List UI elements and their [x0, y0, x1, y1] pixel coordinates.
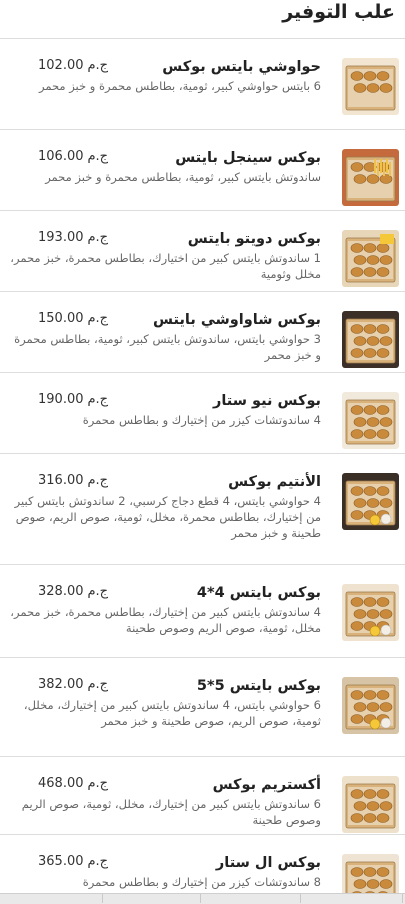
price-currency: ج.م [87, 230, 109, 245]
food-box-icon [342, 230, 399, 287]
menu-item[interactable]: بوكس دويتو بايتس 1 ساندوتش بايتس كبير من … [0, 211, 405, 292]
price-amount: 365.00 [38, 854, 84, 869]
menu-item[interactable]: بوكس سينجل بايتس ساندوتش بايتس كبير، ثومي… [0, 130, 405, 211]
price-currency: ج.م [87, 392, 109, 407]
price-currency: ج.م [87, 473, 109, 488]
menu-item-price: 190.00 ج.م [38, 392, 108, 407]
price-amount: 106.00 [38, 149, 84, 164]
horizontal-scrollbar[interactable] [0, 893, 405, 904]
menu-item[interactable]: بوكس بايتس 4*4 4 ساندوتش بايتس كبير من إخ… [0, 565, 405, 658]
menu-item-price: 150.00 ج.م [38, 311, 108, 326]
food-box-icon [342, 677, 399, 734]
food-box-icon [342, 776, 399, 833]
price-amount: 382.00 [38, 677, 84, 692]
menu-item-price: 106.00 ج.م [38, 149, 108, 164]
price-currency: ج.م [87, 58, 109, 73]
food-box-icon [342, 584, 399, 641]
price-currency: ج.م [87, 677, 109, 692]
menu-item-price: 102.00 ج.م [38, 58, 108, 73]
food-box-icon [342, 149, 399, 206]
price-currency: ج.م [87, 311, 109, 326]
price-amount: 150.00 [38, 311, 84, 326]
section-title: علب التوفير [282, 1, 395, 23]
scrollbar-segment [150, 894, 201, 903]
food-box-icon [342, 473, 399, 530]
menu-item[interactable]: الأنتيم بوكس 4 حواوشي بايتس، 4 قطع دجاج ك… [0, 454, 405, 565]
menu-item-description: 6 حواوشي بايتس، 4 ساندوتش بايتس كبير من … [23, 698, 321, 728]
menu-item-price: 468.00 ج.م [38, 776, 108, 791]
menu-item-description: 3 حواوشي بايتس، ساندوتش بايتس كبير، ثومي… [14, 332, 321, 362]
menu-item-description: 4 ساندوتش بايتس كبير من إختيارك، بطاطس م… [10, 605, 321, 635]
food-box-icon [342, 311, 399, 368]
menu-item[interactable]: بوكس نيو ستار 4 ساندوتشات كيزر من إختيارك… [0, 373, 405, 454]
price-amount: 193.00 [38, 230, 84, 245]
menu-item-description: 4 ساندوتشات كيزر من إختيارك و بطاطس محمر… [82, 413, 321, 427]
menu-item-price: 316.00 ج.م [38, 473, 108, 488]
menu-item[interactable]: حواوشي بايتس بوكس 6 بايتس حواوشي كبير، ثو… [0, 39, 405, 130]
scrollbar-segment [52, 894, 103, 903]
menu-item-price: 193.00 ج.م [38, 230, 108, 245]
menu-item-description: 1 ساندوتش بايتس كبير من اختيارك، بطاطس م… [10, 251, 321, 281]
section-header: علب التوفير [0, 0, 405, 39]
menu-item-price: 328.00 ج.م [38, 584, 108, 599]
menu-item-description: 6 بايتس حواوشي كبير، ثومية، بطاطس محمرة … [38, 79, 321, 93]
menu-item-description: 4 حواوشي بايتس، 4 قطع دجاج كرسبي، 2 ساند… [14, 494, 321, 540]
menu-item-price: 365.00 ج.م [38, 854, 108, 869]
food-box-icon [342, 392, 399, 449]
menu-item-description: ساندوتش بايتس كبير، ثومية، بطاطس محمرة و… [45, 170, 321, 184]
price-currency: ج.م [87, 584, 109, 599]
menu-item-description: 8 ساندوتشات كيزر من إختيارك و بطاطس محمر… [82, 875, 321, 889]
price-amount: 190.00 [38, 392, 84, 407]
price-amount: 102.00 [38, 58, 84, 73]
scrollbar-segment [352, 894, 403, 903]
menu-item[interactable]: بوكس شاواوشي بايتس 3 حواوشي بايتس، ساندوت… [0, 292, 405, 373]
menu-item-price: 382.00 ج.م [38, 677, 108, 692]
menu-page: علب التوفير حواوشي بايتس بوكس 6 بايتس حوا… [0, 0, 405, 904]
price-amount: 328.00 [38, 584, 84, 599]
food-box-icon [342, 58, 399, 115]
menu-list: حواوشي بايتس بوكس 6 بايتس حواوشي كبير، ثو… [0, 39, 405, 904]
menu-item[interactable]: بوكس بايتس 5*5 6 حواوشي بايتس، 4 ساندوتش … [0, 658, 405, 757]
scrollbar-segment [250, 894, 301, 903]
price-currency: ج.م [87, 854, 109, 869]
price-currency: ج.م [87, 149, 109, 164]
menu-item-description: 6 ساندوتش بايتس كبير من إختيارك، مخلل، ث… [21, 797, 321, 827]
price-amount: 468.00 [38, 776, 84, 791]
menu-item[interactable]: أكستريم بوكس 6 ساندوتش بايتس كبير من إختي… [0, 757, 405, 835]
price-amount: 316.00 [38, 473, 84, 488]
price-currency: ج.م [87, 776, 109, 791]
